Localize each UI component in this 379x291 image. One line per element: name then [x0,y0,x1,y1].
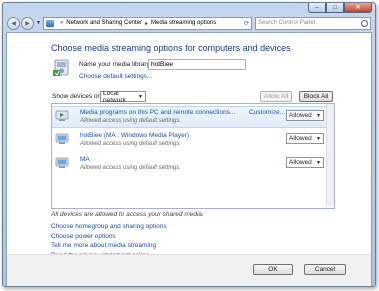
media-programs-icon [55,110,69,121]
homegroup-sharing-link[interactable]: Choose homegroup and sharing options [51,223,167,233]
breadcrumb-network-sharing[interactable]: Network and Sharing Center [66,20,142,26]
breadcrumb-chevron-icon[interactable]: » [60,20,63,26]
device-permission-select[interactable]: Allowed ▼ [286,133,324,144]
permission-value: Allowed [289,135,312,142]
search-input[interactable]: Search Control Panel [258,20,315,26]
customize-link[interactable]: Customize... [249,109,285,116]
breadcrumb-chevron-icon[interactable]: ▸ [145,20,148,27]
minimize-button[interactable]: – [308,3,326,13]
library-name-input[interactable] [148,59,246,70]
page-title: Choose media streaming options for compu… [51,43,291,53]
control-panel-icon [45,19,54,27]
device-list: Media programs on this PC and remote con… [51,103,335,209]
chevron-down-icon: ▼ [316,135,321,142]
cancel-button[interactable]: Cancel [304,264,346,275]
close-button[interactable]: ✕ [344,3,372,13]
chevron-down-icon: ▼ [316,159,321,166]
address-bar[interactable]: » Network and Sharing Center ▸ Media str… [42,16,252,30]
device-list-scrollbar[interactable] [326,104,334,206]
device-permission-select[interactable]: Allowed ▼ [286,110,324,121]
power-options-link[interactable]: Choose power options [51,233,167,243]
permission-value: Allowed [289,159,312,166]
back-arrow-icon: ◀ [11,20,16,27]
device-name[interactable]: hotBiee (MA : Windows Media Player) [80,132,189,139]
search-icon[interactable] [361,19,368,27]
allow-all-button[interactable]: Allow All [260,91,292,102]
title-bar[interactable]: – □ ✕ [3,3,375,14]
permission-value: Allowed [289,112,312,119]
device-status: Allowed access using default settings. [80,118,182,124]
maximize-button[interactable]: □ [326,3,344,13]
breadcrumb-media-streaming[interactable]: Media streaming options [151,20,216,26]
block-all-button[interactable]: Block All [299,91,333,102]
all-allowed-note: All devices are allowed to access your s… [51,211,204,218]
device-permission-select[interactable]: Allowed ▼ [286,157,324,168]
show-devices-label: Show devices on: [52,93,103,100]
device-row-hotbiee[interactable]: hotBiee (MA : Windows Media Player) Allo… [52,130,334,150]
ok-button[interactable]: OK [253,264,293,275]
caption-buttons: – □ ✕ [308,3,372,13]
computer-icon [55,133,69,144]
library-name-label: Name your media library: [79,61,152,68]
search-box[interactable]: Search Control Panel [255,16,371,30]
navigation-bar: ◀ ▶ ▼ » Network and Sharing Center ▸ Med… [7,16,371,30]
device-status: Allowed access using default settings. [80,165,182,171]
dialog-footer: OK Cancel [7,254,371,286]
computer-icon [55,157,69,168]
device-status: Allowed access using default settings. [80,141,182,147]
recent-pages-dropdown-icon[interactable]: ▼ [36,20,41,26]
device-row-media-programs[interactable]: Media programs on this PC and remote con… [52,106,334,128]
show-devices-value: Local network [103,89,126,104]
device-row-ma[interactable]: MA Allowed access using default settings… [52,154,334,174]
show-devices-select[interactable]: Local network ▼ [100,89,146,104]
device-name[interactable]: MA [80,156,90,163]
chevron-down-icon: ▼ [316,112,321,119]
device-name[interactable]: Media programs on this PC and remote con… [80,109,235,116]
media-library-icon [53,59,69,76]
refresh-icon[interactable]: ⟳ [244,20,249,27]
back-button[interactable]: ◀ [7,16,20,30]
content-pane: Choose media streaming options for compu… [6,32,372,286]
forward-button[interactable]: ▶ [21,16,34,30]
forward-arrow-icon: ▶ [25,20,30,27]
choose-default-settings-link[interactable]: Choose default settings... [79,73,152,80]
window-frame: – □ ✕ ◀ ▶ ▼ » Network and Sharing Center… [2,2,376,287]
media-streaming-help-link[interactable]: Tell me more about media streaming [51,242,167,252]
chevron-down-icon: ▼ [138,93,143,100]
